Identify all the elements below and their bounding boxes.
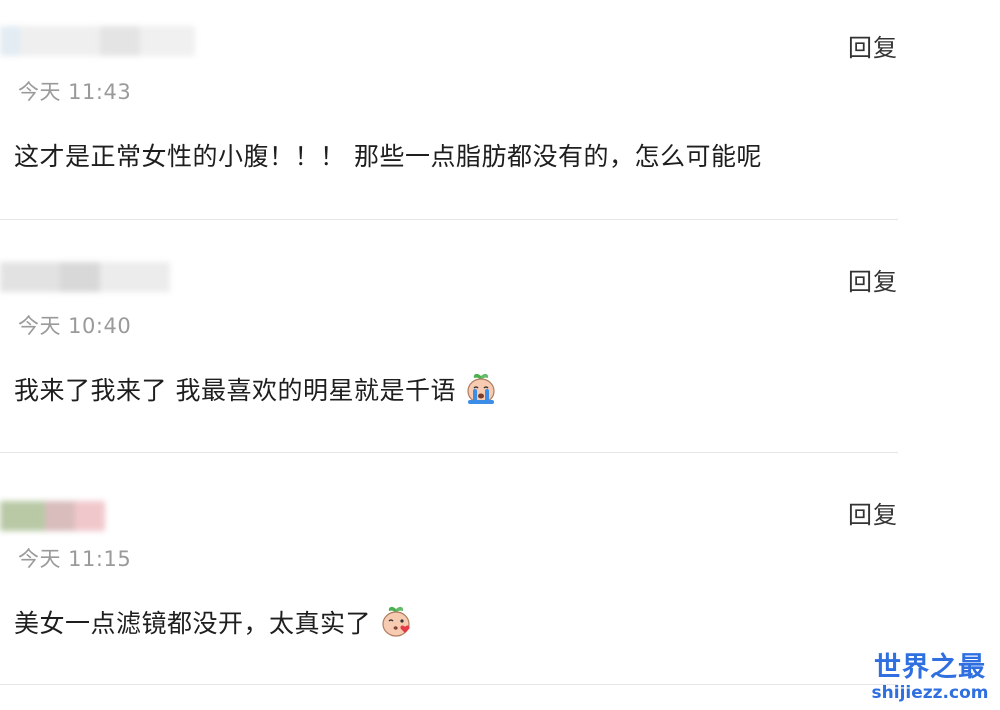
- crying-turnip-icon: [467, 373, 495, 404]
- watermark-url: shijiezz.com: [871, 683, 989, 703]
- blurred-username: [0, 262, 170, 292]
- reply-button[interactable]: 回复: [848, 28, 898, 63]
- comment-timestamp: 今天 11:15: [18, 547, 132, 571]
- watermark-title: 世界之最: [874, 652, 986, 683]
- divider: [0, 684, 898, 685]
- comment-text: 美女一点滤镜都没开，太真实了: [14, 604, 413, 642]
- blurred-username: [0, 26, 195, 56]
- reply-button[interactable]: 回复: [848, 495, 898, 530]
- comment-item: 回复 今天 11:43 这才是正常女性的小腹！！！ 那些一点脂肪都没有的，怎么可…: [0, 0, 1000, 220]
- comment-timestamp: 今天 11:43: [18, 80, 132, 104]
- watermark-logo: 世界之最 shijiezz.com: [870, 654, 990, 702]
- kissing-turnip-icon: [382, 606, 410, 637]
- comment-list: 回复 今天 11:43 这才是正常女性的小腹！！！ 那些一点脂肪都没有的，怎么可…: [0, 0, 1000, 710]
- comment-text: 我来了我来了 我最喜欢的明星就是千语: [14, 371, 498, 409]
- comment-item: 回复 今天 11:15 美女一点滤镜都没开，太真实了: [0, 453, 1000, 685]
- comment-item: 回复 今天 10:40 我来了我来了 我最喜欢的明星就是千语: [0, 220, 1000, 453]
- blurred-username: [0, 501, 105, 531]
- comment-timestamp: 今天 10:40: [18, 314, 132, 338]
- reply-button[interactable]: 回复: [848, 262, 898, 297]
- comment-text: 这才是正常女性的小腹！！！ 那些一点脂肪都没有的，怎么可能呢: [14, 142, 762, 171]
